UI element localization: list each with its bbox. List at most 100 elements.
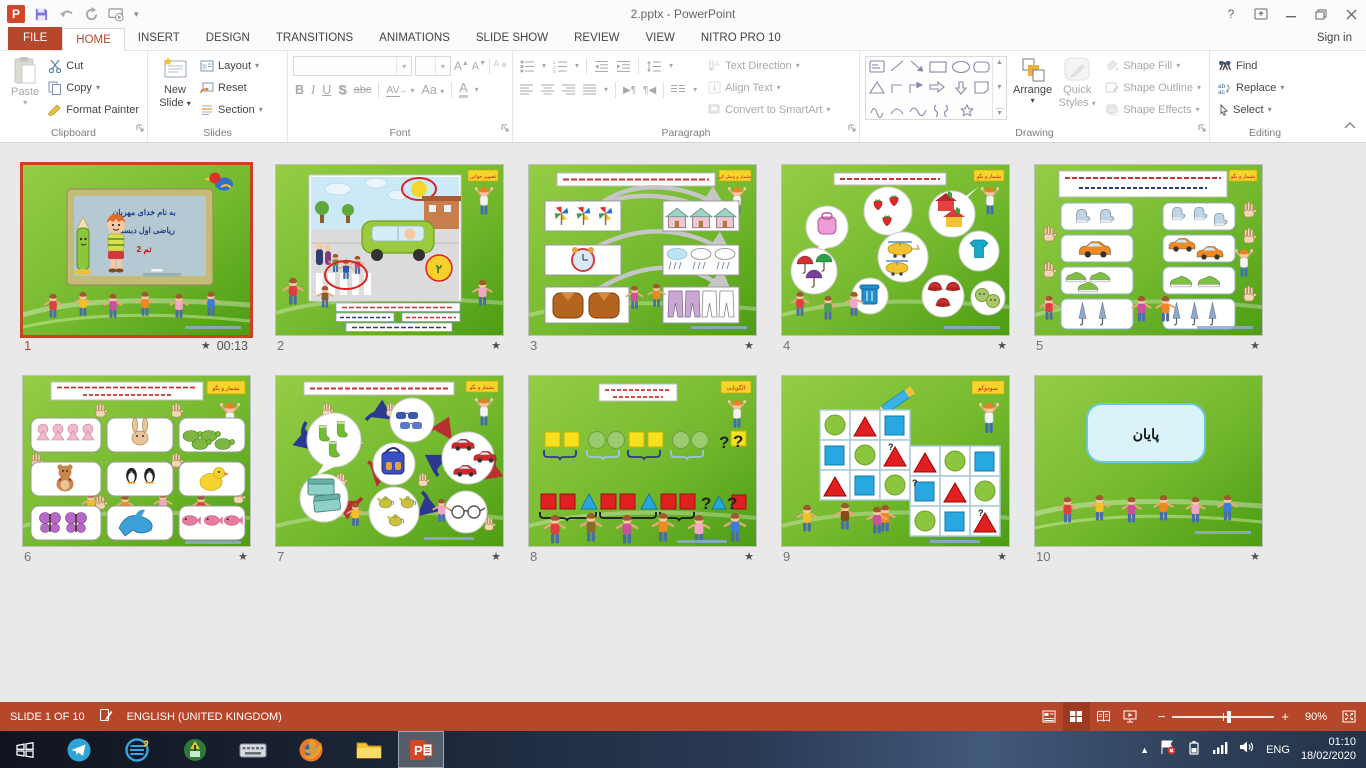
slide-sorter-area[interactable]: به نام خدای مهربان ریاضی اول دبستان تم 2 [0,143,1366,702]
replace-button[interactable]: abac Replace▾ [1215,77,1287,98]
taskbar-idm-icon[interactable] [166,731,224,768]
shapes-gallery[interactable]: ▲▼▼ [865,56,1007,120]
reading-view-button[interactable] [1090,702,1117,731]
close-button[interactable] [1336,0,1366,28]
grow-font-button[interactable]: A▲ [454,59,469,73]
network-signal-icon[interactable] [1212,741,1228,759]
clear-formatting-button[interactable]: A [493,57,507,75]
tab-file[interactable]: FILE [8,27,62,50]
underline-button[interactable]: U [322,83,331,97]
align-left-icon[interactable] [520,84,534,96]
strikethrough-button[interactable]: abc [354,84,372,96]
taskbar-file-explorer-icon[interactable] [340,731,398,768]
ltr-direction-icon[interactable]: ▶¶ [623,85,636,96]
text-direction-button[interactable]: A Text Direction▾ [705,55,833,76]
character-spacing-button[interactable]: AV↔ ▾ [386,84,414,96]
taskbar-powerpoint-icon[interactable]: P [398,731,444,768]
change-case-button[interactable]: Aa ▾ [422,83,445,97]
collapse-ribbon-button[interactable] [1344,116,1356,134]
ribbon-display-options-button[interactable] [1246,0,1276,28]
format-painter-button[interactable]: Format Painter [45,99,142,120]
font-size-combo[interactable]: ▾ [415,56,451,76]
numbering-icon[interactable]: 123 [553,60,568,73]
cut-button[interactable]: Cut [45,55,142,76]
slide-sorter-view-button[interactable] [1063,702,1090,731]
line-spacing-icon[interactable] [646,60,662,73]
reset-button[interactable]: Reset [197,77,266,98]
shape-effects-button[interactable]: Shape Effects▾ [1102,99,1204,120]
tab-view[interactable]: VIEW [632,27,687,50]
language-switcher[interactable]: ENG [1266,744,1290,756]
action-center-icon[interactable] [1160,740,1176,760]
help-button[interactable]: ? [1216,0,1246,28]
slide-show-button[interactable] [1117,702,1144,731]
zoom-in-button[interactable]: + [1281,709,1289,724]
taskbar-firefox-icon[interactable] [282,731,340,768]
shape-outline-button[interactable]: Shape Outline▾ [1102,77,1204,98]
slide-thumbnail-1[interactable]: به نام خدای مهربان ریاضی اول دبستان تم 2 [23,165,250,335]
paste-button[interactable]: Paste▾ [5,54,45,107]
justify-icon[interactable] [583,84,597,96]
increase-indent-icon[interactable] [616,60,631,73]
volume-icon[interactable] [1239,740,1255,759]
rtl-direction-icon[interactable]: ¶◀ [643,85,656,96]
taskbar-internet-explorer-icon[interactable] [108,731,166,768]
bold-button[interactable]: B [295,83,304,97]
new-slide-button[interactable]: New Slide ▾ [153,54,197,109]
repeat-button[interactable] [84,7,99,22]
decrease-indent-icon[interactable] [594,60,609,73]
battery-icon[interactable] [1187,740,1201,760]
slide-thumbnail-8[interactable]: الگویابی ? [529,376,756,546]
slide-thumbnail-3[interactable]: بشمار و وصل کن [529,165,756,335]
sign-in-link[interactable]: Sign in [1317,27,1366,50]
clipboard-dialog-launcher[interactable] [136,120,145,138]
undo-button[interactable] [58,8,75,21]
tab-slideshow[interactable]: SLIDE SHOW [463,27,561,50]
align-right-icon[interactable] [562,84,576,96]
text-shadow-button[interactable]: S [338,83,346,97]
zoom-slider-thumb[interactable] [1227,711,1231,723]
zoom-percentage[interactable]: 90% [1295,711,1327,723]
select-button[interactable]: Select▾ [1215,99,1287,120]
taskbar-clock[interactable]: 01:10 18/02/2020 [1301,736,1356,764]
proofing-icon[interactable] [99,708,113,725]
tab-design[interactable]: DESIGN [193,27,263,50]
font-color-button[interactable]: A [459,82,467,98]
customize-qat-button[interactable]: ▾ [134,9,139,20]
start-button[interactable] [0,731,50,768]
quick-styles-button[interactable]: Quick Styles ▾ [1058,54,1096,109]
convert-smartart-button[interactable]: Convert to SmartArt▾ [705,99,833,120]
language-indicator[interactable]: ENGLISH (UNITED KINGDOM) [127,711,282,723]
zoom-slider[interactable] [1172,716,1274,718]
fit-slide-to-window-button[interactable] [1335,702,1362,731]
columns-icon[interactable] [671,84,686,96]
slide-thumbnail-6[interactable]: بشمار و بگو [23,376,250,546]
tab-transitions[interactable]: TRANSITIONS [263,27,366,50]
layout-button[interactable]: Layout▾ [197,55,266,76]
shapes-gallery-scrollbar[interactable]: ▲▼▼ [992,57,1006,119]
arrange-button[interactable]: Arrange▾ [1013,54,1052,105]
tab-home[interactable]: HOME [62,28,125,51]
slide-thumbnail-9[interactable]: سودوکو [782,376,1009,546]
tab-insert[interactable]: INSERT [125,27,193,50]
paragraph-dialog-launcher[interactable] [848,120,857,138]
shape-fill-button[interactable]: Shape Fill▾ [1102,55,1204,76]
start-from-beginning-button[interactable] [108,7,125,22]
slide-thumbnail-2[interactable]: تصویر خوانی [276,165,503,335]
save-button[interactable] [34,7,49,22]
align-text-button[interactable]: Align Text▾ [705,77,833,98]
restore-button[interactable] [1306,0,1336,28]
tab-nitro-pro[interactable]: NITRO PRO 10 [688,27,794,50]
italic-button[interactable]: I [311,83,315,98]
drawing-dialog-launcher[interactable] [1198,120,1207,138]
font-dialog-launcher[interactable] [501,120,510,138]
find-button[interactable]: Find [1215,55,1287,76]
taskbar-keyboard-icon[interactable] [224,731,282,768]
section-button[interactable]: Section▾ [197,99,266,120]
font-name-combo[interactable]: ▾ [293,56,412,76]
slide-thumbnail-10[interactable]: پایان [1035,376,1262,546]
copy-button[interactable]: Copy▾ [45,77,142,98]
minimize-button[interactable] [1276,0,1306,28]
bullets-icon[interactable] [520,60,535,73]
zoom-out-button[interactable]: − [1158,709,1166,724]
